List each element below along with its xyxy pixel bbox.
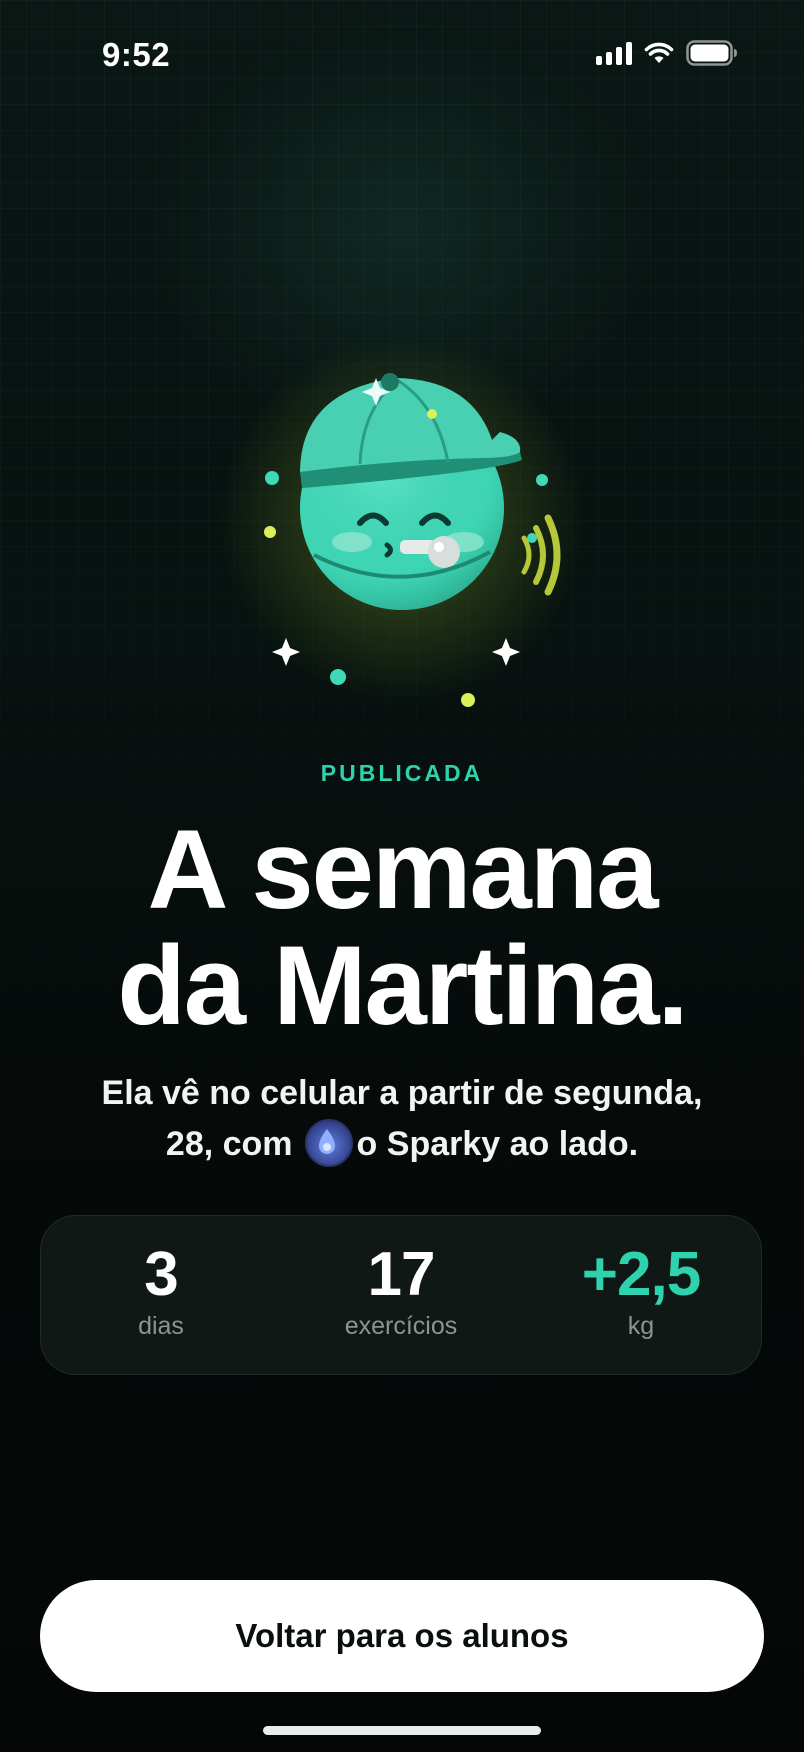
- subtitle-line-2-suffix: o Sparky ao lado.: [356, 1125, 639, 1163]
- page-title-line-1: A semana: [147, 807, 659, 932]
- subtitle: Ela vê no celular a partir de segunda, 2…: [40, 1068, 764, 1170]
- cellular-signal-icon: [596, 41, 632, 65]
- stat-exercises-value: 17: [367, 1240, 436, 1309]
- page-title: A semana da Martina.: [0, 812, 804, 1044]
- stat-exercises: 17 exercícios: [281, 1216, 521, 1374]
- status-icons: [596, 40, 738, 66]
- stat-days: 3 dias: [41, 1216, 281, 1374]
- stat-days-label: dias: [138, 1312, 184, 1340]
- subtitle-line-2-prefix: 28, com: [165, 1125, 293, 1163]
- page-title-line-2: da Martina.: [117, 923, 688, 1048]
- stat-weight-value: +2,5: [581, 1240, 701, 1309]
- stat-exercises-label: exercícios: [344, 1312, 458, 1340]
- subtitle-line-2: 28, com o Sparky ao lado.: [40, 1119, 764, 1170]
- sparky-avatar-icon: [304, 1119, 353, 1168]
- home-indicator[interactable]: [263, 1726, 541, 1735]
- subtitle-line-1: Ela vê no celular a partir de segunda,: [101, 1074, 703, 1112]
- stats-card: 3 dias 17 exercícios +2,5 kg: [40, 1215, 762, 1375]
- back-to-students-button[interactable]: Voltar para os alunos: [40, 1580, 764, 1692]
- wifi-icon: [644, 42, 674, 63]
- status-bar: 9:52: [0, 0, 804, 110]
- stat-weight: +2,5 kg: [521, 1216, 761, 1374]
- sparky-mascot-illustration: [264, 373, 561, 707]
- battery-icon: [686, 40, 737, 66]
- status-time: 9:52: [102, 36, 171, 73]
- stat-days-value: 3: [144, 1240, 178, 1309]
- stat-weight-label: kg: [627, 1312, 655, 1340]
- status-eyebrow: PUBLICADA: [320, 760, 484, 786]
